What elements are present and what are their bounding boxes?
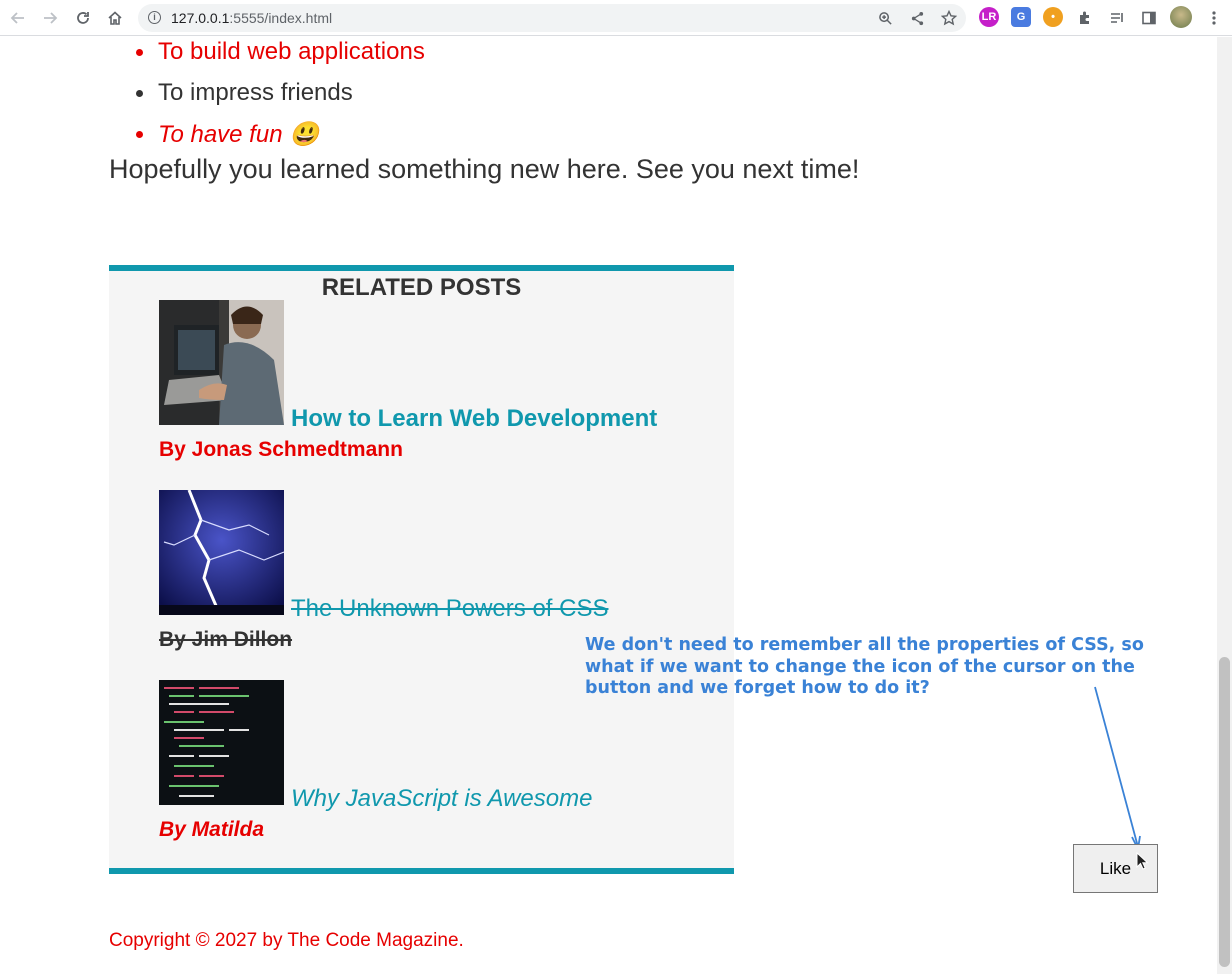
post-author-2: By Jim Dillon xyxy=(159,628,293,651)
bullet xyxy=(136,131,143,138)
url-text: 127.0.0.1:5555/index.html xyxy=(171,10,332,26)
address-bar[interactable]: i 127.0.0.1:5555/index.html xyxy=(138,4,966,32)
page-scrollbar[interactable] xyxy=(1217,37,1232,974)
back-icon[interactable] xyxy=(6,6,30,30)
list-item-text: To impress friends xyxy=(158,79,353,106)
info-icon[interactable]: i xyxy=(148,11,161,24)
scrollbar-thumb[interactable] xyxy=(1219,657,1230,967)
share-icon[interactable] xyxy=(908,9,926,27)
post-thumbnail-code[interactable] xyxy=(159,680,284,805)
side-panel-icon[interactable] xyxy=(1137,6,1161,30)
zoom-icon[interactable] xyxy=(876,9,894,27)
bullet xyxy=(136,49,143,56)
list-item-text: To have fun 😃 xyxy=(158,121,320,148)
list-item-text: To build web applications xyxy=(158,38,425,65)
cursor-pointer-icon xyxy=(1136,852,1149,870)
closing-paragraph: Hopefully you learned something new here… xyxy=(109,154,860,184)
reading-list-icon[interactable] xyxy=(1105,6,1129,30)
profile-avatar[interactable] xyxy=(1170,6,1192,28)
annotation-arrow xyxy=(1094,686,1141,852)
home-icon[interactable] xyxy=(103,6,127,30)
cookie-extension-icon[interactable]: • xyxy=(1043,7,1063,27)
related-posts: RELATED POSTS How to Learn Web Developme… xyxy=(109,265,734,874)
extension-1-icon[interactable]: LR xyxy=(979,7,999,27)
forward-icon[interactable] xyxy=(38,6,62,30)
url-path: :5555/index.html xyxy=(229,10,333,26)
related-posts-title: RELATED POSTS xyxy=(321,274,522,301)
post-author-3: By Matilda xyxy=(159,818,265,841)
browser-toolbar: i 127.0.0.1:5555/index.html LR G • xyxy=(0,0,1232,36)
copyright-footer: Copyright © 2027 by The Code Magazine. xyxy=(109,930,464,951)
post-thumbnail-lightning[interactable] xyxy=(159,490,284,615)
translate-extension-icon[interactable]: G xyxy=(1011,7,1031,27)
url-host: 127.0.0.1 xyxy=(171,10,230,26)
extension-icon[interactable] xyxy=(1073,6,1097,30)
reload-icon[interactable] xyxy=(71,6,95,30)
post-link-2[interactable]: The Unknown Powers of CSS xyxy=(291,595,608,623)
menu-icon[interactable] xyxy=(1202,6,1226,30)
post-link-3[interactable]: Why JavaScript is Awesome xyxy=(291,785,592,813)
post-thumbnail-developer[interactable] xyxy=(159,300,284,425)
bullet xyxy=(136,90,143,97)
bookmark-star-icon[interactable] xyxy=(940,9,958,27)
post-author-1: By Jonas Schmedtmann xyxy=(159,438,403,461)
post-link-1[interactable]: How to Learn Web Development xyxy=(291,405,657,433)
